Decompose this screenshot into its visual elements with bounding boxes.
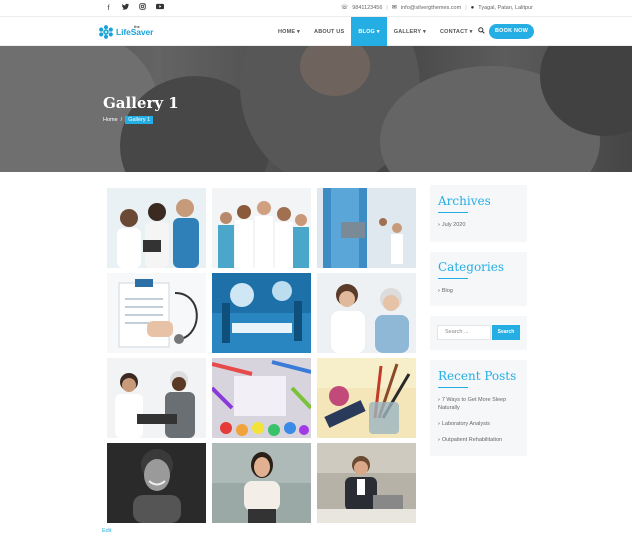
gallery-image-businessman-at-laptop[interactable] [317,443,416,523]
gallery-image-doctor-with-senior-patient[interactable] [317,273,416,353]
recent-post-item[interactable]: › 7 Ways to Get More Sleep Naturally [430,396,514,412]
menu-item-blog[interactable]: BLOG ▾ [351,17,387,46]
archives-title: Archives [438,194,491,208]
gallery-image-doctor-with-tablet-xray[interactable] [317,188,416,268]
breadcrumb-home[interactable]: Home [103,117,118,123]
breadcrumb-current: Gallery 1 [125,116,154,124]
chevron-right-icon: › [438,222,440,228]
recent-posts-title: Recent Posts [438,369,517,383]
address-text: Tyagal, Patan, Lalitpur [478,4,533,11]
location-pin-icon: ● [470,4,475,11]
chevron-down-icon: ▾ [297,28,301,35]
menu-item-home[interactable]: HOME ▾ [271,17,307,46]
breadcrumb: Home / Gallery 1 [103,116,154,124]
chevron-right-icon: › [438,437,440,443]
chevron-right-icon: › [438,288,440,294]
book-now-button[interactable]: BOOK NOW [489,24,534,39]
gallery-image-doctor-consultation[interactable] [107,358,206,438]
recent-post-item[interactable]: › Outpatient Rehabilitation [430,436,527,444]
gallery-image-pencils-in-jar[interactable] [317,358,416,438]
phone-icon: ☏ [340,5,349,11]
chevron-down-icon: ▾ [376,28,380,35]
facebook-icon[interactable]: f [100,3,117,14]
recent-posts-widget: Recent Posts › 7 Ways to Get More Sleep N… [430,360,527,456]
main-menu: HOME ▾ ABOUT US BLOG ▾ GALLERY ▾ CONTACT… [271,17,480,46]
logo-icon [98,24,114,40]
gallery-image-woman-seated-portrait[interactable] [212,443,311,523]
youtube-icon[interactable] [151,3,168,14]
recent-post-item[interactable]: › Laboratory Analysis [430,420,527,428]
categories-title: Categories [438,260,504,274]
main-navbar: the LifeSaver HOME ▾ ABOUT US BLOG ▾ GAL… [0,17,632,46]
phone-text[interactable]: 9841123456 [352,5,382,11]
archive-item[interactable]: › July 2020 [430,221,527,229]
search-icon[interactable] [478,27,485,36]
gallery-image-medical-team[interactable] [212,188,311,268]
contact-info: ☏ 9841123456 | ✉ info@silvergthemes.com … [340,4,533,12]
category-item[interactable]: › Blog [430,287,527,295]
mail-icon: ✉ [391,5,397,11]
chevron-down-icon: ▾ [422,28,426,35]
menu-item-about-us[interactable]: ABOUT US [307,17,351,46]
search-button[interactable]: Search [492,325,520,340]
site-logo[interactable]: the LifeSaver [98,24,153,40]
chevron-right-icon: › [438,397,440,403]
chevron-right-icon: › [438,421,440,427]
archives-widget: Archives › July 2020 [430,185,527,242]
top-bar: f ☏ 9841123456 | ✉ info@silvergthemes.co… [0,0,632,17]
twitter-icon[interactable] [117,3,134,14]
edit-link[interactable]: Edit [102,528,111,534]
page-title: Gallery 1 [103,94,179,112]
categories-widget: Categories › Blog [430,252,527,306]
menu-item-gallery[interactable]: GALLERY ▾ [387,17,433,46]
gallery-image-colored-pencils-palette[interactable] [212,358,311,438]
email-text[interactable]: info@silvergthemes.com [401,5,461,11]
gallery-image-surgery-room[interactable] [212,273,311,353]
gallery-image-clipboard-stethoscope[interactable] [107,273,206,353]
menu-item-contact[interactable]: CONTACT ▾ [433,17,480,46]
page-hero: Gallery 1 Home / Gallery 1 [0,46,632,172]
chevron-down-icon: ▾ [469,28,473,35]
social-links: f [100,3,168,14]
logo-prefix: the [134,24,140,29]
gallery-image-smiling-man-portrait[interactable] [107,443,206,523]
gallery-image-doctors-with-tablet[interactable] [107,188,206,268]
search-input[interactable]: Search ... [437,325,491,340]
instagram-icon[interactable] [134,3,151,14]
